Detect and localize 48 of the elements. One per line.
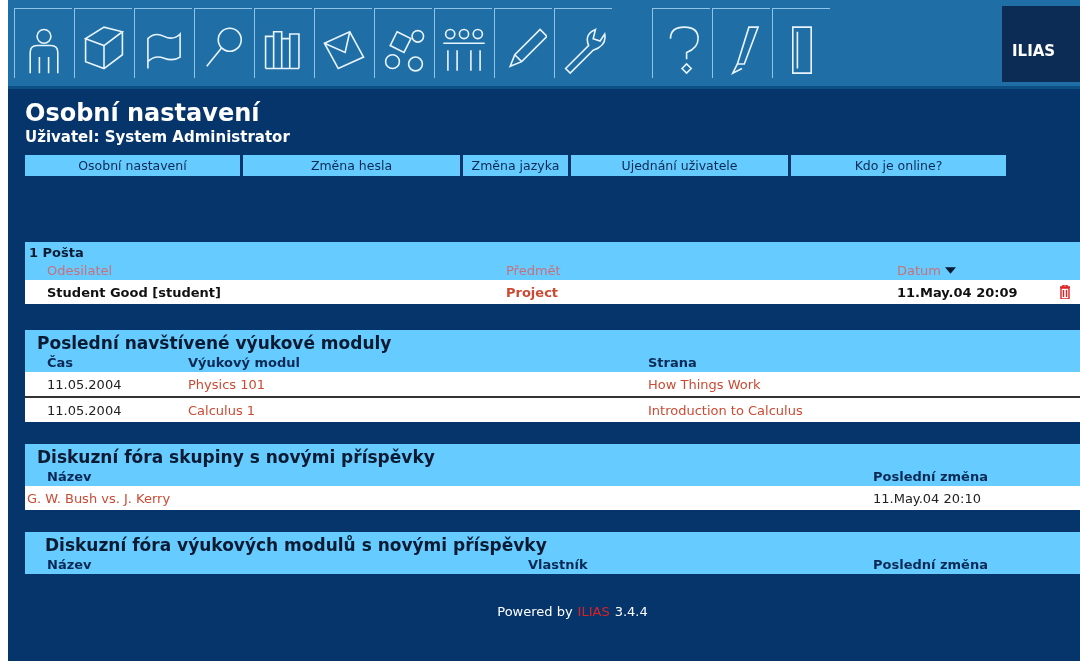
flag-icon[interactable] (134, 8, 192, 78)
table-link[interactable]: Introduction to Calculus (648, 402, 1080, 418)
table-cell-text: 11.05.2004 (47, 402, 123, 418)
table-link[interactable]: Project (506, 284, 897, 300)
column-header: Název (47, 468, 93, 485)
envelope-icon[interactable] (314, 8, 372, 78)
person-icon[interactable] (14, 8, 72, 78)
column-header: Vlastník (528, 556, 589, 573)
table-cell-text: 11.May.04 20:09 (897, 284, 1019, 300)
column-header: Poslední změna (873, 468, 989, 485)
table-link[interactable]: Physics 101 (188, 376, 648, 392)
version-text: 3.4.4 (614, 604, 648, 619)
books-icon[interactable] (254, 8, 312, 78)
tab[interactable]: Změna jazyka (463, 155, 568, 176)
column-header: Poslední změna (873, 556, 989, 573)
wrench-icon[interactable] (554, 8, 612, 78)
tab[interactable]: Ujednání uživatele (571, 155, 788, 176)
page-title: Osobní nastavení (25, 99, 261, 127)
panel-title: Diskuzní fóra výukových modulů s novými příspěvky (44, 534, 548, 556)
table-cell-text: 11.05.2004 (47, 376, 123, 392)
footer-link[interactable]: ILIAS (577, 604, 610, 619)
tab[interactable]: Osobní nastavení (25, 155, 240, 176)
shapes-icon[interactable] (374, 8, 432, 78)
column-header: Strana (648, 354, 698, 371)
question-icon[interactable] (652, 8, 710, 78)
tab[interactable]: Kdo je online? (791, 155, 1006, 176)
user-subtitle: Uživatel: System Administrator (25, 127, 291, 147)
search-icon[interactable] (194, 8, 252, 78)
panel-title: Diskuzní fóra skupiny s novými příspěvky (36, 446, 436, 468)
footer-text: Powered by (497, 604, 573, 619)
people-icon[interactable] (434, 8, 492, 78)
logo[interactable]: ILIAS (1002, 6, 1080, 82)
table-link[interactable]: G. W. Bush vs. J. Kerry (27, 490, 873, 506)
sort-arrow-icon (945, 267, 956, 274)
column-header: Čas (47, 354, 75, 371)
column-header: Výukový modul (188, 354, 301, 371)
door-icon[interactable] (772, 8, 830, 78)
table-link[interactable]: Calculus 1 (188, 402, 648, 418)
panel-title: Poslední navštívené výukové moduly (36, 332, 393, 354)
trash-icon[interactable] (1060, 285, 1070, 299)
table-cell-text: 11.May.04 20:10 (873, 490, 982, 506)
table-cell-text: Student Good [student] (47, 284, 222, 300)
table-link[interactable]: How Things Work (648, 376, 1080, 392)
pencil-icon[interactable] (494, 8, 552, 78)
tab[interactable]: Změna hesla (243, 155, 460, 176)
column-header: Název (47, 556, 93, 573)
panel-title: 1 Pošta (28, 244, 85, 262)
pen-icon[interactable] (712, 8, 770, 78)
